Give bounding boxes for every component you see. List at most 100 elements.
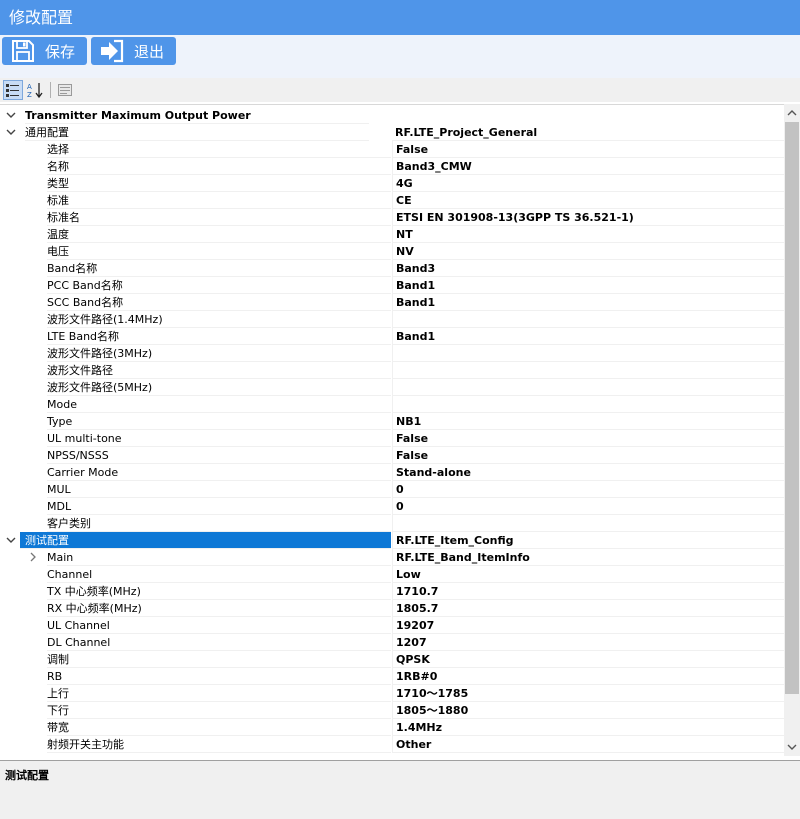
property-row[interactable]: Mode bbox=[0, 396, 784, 413]
property-value[interactable]: 1.4MHz bbox=[392, 719, 784, 736]
property-value[interactable]: NT bbox=[392, 226, 784, 243]
property-row[interactable]: Channel Low bbox=[0, 566, 784, 583]
scrollbar-thumb[interactable] bbox=[785, 122, 799, 694]
property-row[interactable]: Main RF.LTE_Band_ItemInfo bbox=[0, 549, 784, 566]
property-value[interactable]: 1805.7 bbox=[392, 600, 784, 617]
property-row[interactable]: 类型 4G bbox=[0, 175, 784, 192]
property-row[interactable]: Carrier Mode Stand-alone bbox=[0, 464, 784, 481]
property-value[interactable]: 4G bbox=[392, 175, 784, 192]
property-name: PCC Band名称 bbox=[47, 277, 391, 294]
property-row[interactable]: SCC Band名称 Band1 bbox=[0, 294, 784, 311]
property-row[interactable]: Type NB1 bbox=[0, 413, 784, 430]
property-row[interactable]: 波形文件路径(5MHz) bbox=[0, 379, 784, 396]
collapse-chevron-icon[interactable] bbox=[5, 126, 17, 138]
property-value[interactable]: 1710.7 bbox=[392, 583, 784, 600]
property-value[interactable]: 0 bbox=[392, 481, 784, 498]
property-pages-button[interactable] bbox=[55, 80, 75, 100]
property-value[interactable]: NV bbox=[392, 243, 784, 260]
property-value[interactable]: False bbox=[392, 430, 784, 447]
property-row[interactable]: DL Channel 1207 bbox=[0, 634, 784, 651]
property-row[interactable]: MDL 0 bbox=[0, 498, 784, 515]
property-rows: Transmitter Maximum Output Power 通用配置 RF.L… bbox=[0, 107, 784, 753]
property-value[interactable] bbox=[392, 362, 784, 379]
property-value[interactable]: 1805～1880 bbox=[392, 702, 784, 719]
property-row[interactable]: MUL 0 bbox=[0, 481, 784, 498]
collapse-chevron-icon[interactable] bbox=[5, 534, 17, 546]
property-row[interactable]: 下行 1805～1880 bbox=[0, 702, 784, 719]
property-row[interactable]: NPSS/NSSS False bbox=[0, 447, 784, 464]
property-name: UL multi-tone bbox=[47, 430, 391, 447]
property-row[interactable]: UL multi-tone False bbox=[0, 430, 784, 447]
vertical-scrollbar[interactable] bbox=[784, 104, 800, 756]
property-row[interactable]: 选择 False bbox=[0, 141, 784, 158]
exit-button[interactable]: 退出 bbox=[91, 37, 176, 65]
property-value[interactable] bbox=[392, 379, 784, 396]
property-row[interactable]: 温度 NT bbox=[0, 226, 784, 243]
property-value[interactable] bbox=[392, 345, 784, 362]
property-value[interactable]: Band1 bbox=[392, 277, 784, 294]
property-row[interactable]: 波形文件路径(1.4MHz) bbox=[0, 311, 784, 328]
property-value[interactable]: False bbox=[392, 447, 784, 464]
property-name: Main bbox=[47, 549, 391, 566]
property-row[interactable]: UL Channel 19207 bbox=[0, 617, 784, 634]
property-value[interactable]: 0 bbox=[392, 498, 784, 515]
property-row[interactable]: 电压 NV bbox=[0, 243, 784, 260]
property-value[interactable]: NB1 bbox=[392, 413, 784, 430]
property-row[interactable]: 带宽 1.4MHz bbox=[0, 719, 784, 736]
property-value[interactable]: ETSI EN 301908-13(3GPP TS 36.521-1) bbox=[392, 209, 784, 226]
property-value[interactable]: Other bbox=[392, 736, 784, 753]
property-row[interactable]: 名称 Band3_CMW bbox=[0, 158, 784, 175]
save-button[interactable]: 保存 bbox=[2, 37, 87, 65]
property-value[interactable] bbox=[392, 515, 784, 532]
alphabetical-sort-button[interactable]: A Z bbox=[25, 80, 45, 100]
toolbar: 保存 退出 bbox=[0, 35, 800, 78]
category-row[interactable]: Transmitter Maximum Output Power bbox=[0, 107, 784, 124]
property-name: Channel bbox=[47, 566, 391, 583]
property-row[interactable]: Band名称 Band3 bbox=[0, 260, 784, 277]
property-row[interactable]: TX 中心频率(MHz) 1710.7 bbox=[0, 583, 784, 600]
property-value[interactable]: 19207 bbox=[392, 617, 784, 634]
property-value[interactable]: Band3 bbox=[392, 260, 784, 277]
property-row[interactable]: 波形文件路径 bbox=[0, 362, 784, 379]
property-row[interactable]: 客户类别 bbox=[0, 515, 784, 532]
expand-chevron-icon[interactable] bbox=[27, 551, 39, 563]
property-row[interactable]: LTE Band名称 Band1 bbox=[0, 328, 784, 345]
scroll-down-icon[interactable] bbox=[787, 742, 797, 752]
property-name: RX 中心频率(MHz) bbox=[47, 600, 391, 617]
property-row[interactable]: 标准名 ETSI EN 301908-13(3GPP TS 36.521-1) bbox=[0, 209, 784, 226]
toolbar-separator bbox=[50, 82, 51, 98]
property-row[interactable]: RX 中心频率(MHz) 1805.7 bbox=[0, 600, 784, 617]
collapse-chevron-icon[interactable] bbox=[5, 109, 17, 121]
property-name: 波形文件路径(3MHz) bbox=[47, 345, 391, 362]
categorized-view-button[interactable] bbox=[3, 80, 23, 100]
property-row[interactable]: 波形文件路径(3MHz) bbox=[0, 345, 784, 362]
property-value[interactable]: Low bbox=[392, 566, 784, 583]
property-value[interactable]: Band3_CMW bbox=[392, 158, 784, 175]
category-row[interactable]: 测试配置 RF.LTE_Item_Config bbox=[0, 532, 784, 549]
property-name: LTE Band名称 bbox=[47, 328, 391, 345]
property-value[interactable]: 1710～1785 bbox=[392, 685, 784, 702]
property-row[interactable]: RB 1RB#0 bbox=[0, 668, 784, 685]
category-row[interactable]: 通用配置 RF.LTE_Project_General bbox=[0, 124, 784, 141]
property-row[interactable]: 调制 QPSK bbox=[0, 651, 784, 668]
property-value[interactable]: 1RB#0 bbox=[392, 668, 784, 685]
property-value[interactable]: RF.LTE_Project_General bbox=[392, 124, 784, 141]
property-value[interactable] bbox=[392, 396, 784, 413]
property-grid[interactable]: Transmitter Maximum Output Power 通用配置 RF.L… bbox=[0, 104, 800, 756]
scroll-up-icon[interactable] bbox=[787, 108, 797, 118]
property-value[interactable]: RF.LTE_Band_ItemInfo bbox=[392, 549, 784, 566]
property-value[interactable]: CE bbox=[392, 192, 784, 209]
property-value[interactable]: RF.LTE_Item_Config bbox=[392, 532, 784, 549]
property-value[interactable]: 1207 bbox=[392, 634, 784, 651]
property-row[interactable]: 射频开关主功能 Other bbox=[0, 736, 784, 753]
property-value[interactable]: Band1 bbox=[392, 294, 784, 311]
property-value[interactable]: QPSK bbox=[392, 651, 784, 668]
property-value[interactable]: Stand-alone bbox=[392, 464, 784, 481]
property-value[interactable] bbox=[392, 311, 784, 328]
property-value[interactable]: False bbox=[392, 141, 784, 158]
property-value[interactable]: Band1 bbox=[392, 328, 784, 345]
property-name: 上行 bbox=[47, 685, 391, 702]
property-row[interactable]: 标准 CE bbox=[0, 192, 784, 209]
property-row[interactable]: PCC Band名称 Band1 bbox=[0, 277, 784, 294]
property-row[interactable]: 上行 1710～1785 bbox=[0, 685, 784, 702]
